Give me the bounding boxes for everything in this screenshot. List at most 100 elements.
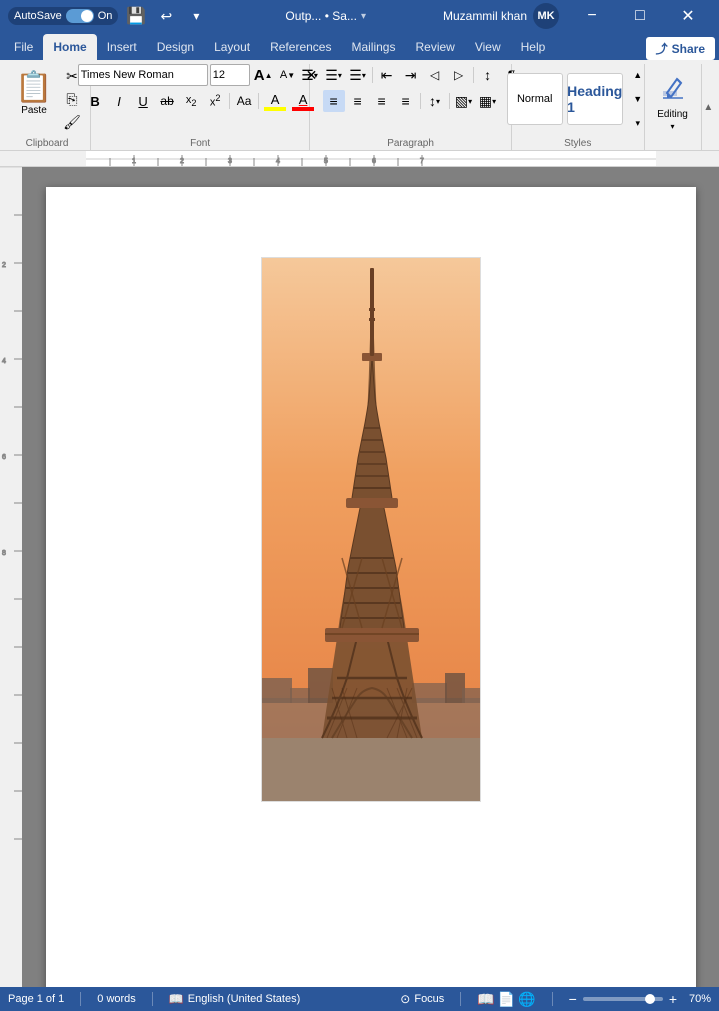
status-sep3 <box>460 992 461 1006</box>
eiffel-tower-svg <box>262 258 481 802</box>
proofing-icon: 📖 <box>169 992 184 1006</box>
focus-label: Focus <box>414 993 444 1005</box>
shrink-font-button[interactable]: A▼ <box>276 64 298 86</box>
focus-item[interactable]: ⊙ Focus <box>400 992 444 1006</box>
copy-icon: ⎘ <box>66 91 77 108</box>
multilevel-icon: ☰ <box>349 67 362 84</box>
titlebar-right: Muzammil khan MK − □ ✕ <box>443 0 711 32</box>
multilevel-list-button[interactable]: ☰ ▾ <box>347 64 369 86</box>
font-size-select[interactable]: 12 <box>210 64 250 86</box>
save-button[interactable]: 💾 <box>124 5 148 27</box>
subscript-button[interactable]: x2 <box>180 90 202 112</box>
title-bar: AutoSave On 💾 ↩ ▾ Outp... • Sa... ▾ Muza… <box>0 0 719 32</box>
restore-button[interactable]: □ <box>617 0 663 32</box>
change-case-button[interactable]: Aa <box>233 90 255 112</box>
language-item[interactable]: 📖 English (United States) <box>169 992 300 1006</box>
zoom-in-button[interactable]: + <box>669 991 677 1007</box>
ltr-button[interactable]: ◁ <box>424 64 446 86</box>
styles-area: Normal Heading 1 ▲ ▼ ▾ <box>507 64 649 134</box>
format-painter-button[interactable]: 🖌 <box>60 111 84 133</box>
style-heading1[interactable]: Heading 1 <box>567 73 623 125</box>
title-dropdown-icon[interactable]: ▾ <box>361 11 366 22</box>
svg-text:4: 4 <box>2 358 6 365</box>
grow-font-button[interactable]: A▲ <box>252 64 275 86</box>
underline-button[interactable]: U <box>132 90 154 112</box>
autosave-toggle[interactable] <box>66 9 94 23</box>
sort-button[interactable]: ↕ <box>477 64 499 86</box>
tab-insert[interactable]: Insert <box>97 34 147 60</box>
svg-text:3: 3 <box>228 158 232 165</box>
page-info-item: Page 1 of 1 <box>8 993 64 1005</box>
embedded-image[interactable] <box>261 257 481 802</box>
ruler-scale: 1 2 3 4 5 6 7 <box>86 151 656 167</box>
rtl-button[interactable]: ▷ <box>448 64 470 86</box>
tab-layout[interactable]: Layout <box>204 34 260 60</box>
print-layout-button[interactable]: 📄 <box>498 991 515 1008</box>
align-right-button[interactable]: ≡ <box>371 90 393 112</box>
line-spacing-icon: ↕ <box>429 93 436 109</box>
ltr-icon: ◁ <box>430 68 439 82</box>
justify-button[interactable]: ≡ <box>395 90 417 112</box>
status-sep1 <box>80 992 81 1006</box>
format-painter-icon: 🖌 <box>63 114 81 131</box>
undo-button[interactable]: ↩ <box>154 5 178 27</box>
minimize-button[interactable]: − <box>569 0 615 32</box>
strikethrough-button[interactable]: ab <box>156 90 178 112</box>
page-container[interactable] <box>22 167 719 987</box>
bullets-button[interactable]: ☰ ▾ <box>299 64 321 86</box>
highlight-color-button[interactable]: A <box>262 90 288 112</box>
document-page[interactable] <box>46 187 696 987</box>
style-normal[interactable]: Normal <box>507 73 563 125</box>
close-button[interactable]: ✕ <box>665 0 711 32</box>
italic-button[interactable]: I <box>108 90 130 112</box>
tab-design[interactable]: Design <box>147 34 204 60</box>
tab-references[interactable]: References <box>260 34 341 60</box>
word-count-item[interactable]: 0 words <box>97 993 136 1005</box>
align-left-button[interactable]: ≡ <box>323 90 345 112</box>
zoom-area: − + 70% <box>569 991 711 1007</box>
zoom-level: 70% <box>683 993 711 1005</box>
svg-text:2: 2 <box>180 158 184 165</box>
para-div3 <box>420 93 421 109</box>
align-center-button[interactable]: ≡ <box>347 90 369 112</box>
align-center-icon: ≡ <box>353 93 361 109</box>
bold-button[interactable]: B <box>84 90 106 112</box>
ribbon-collapse-button[interactable]: ▲ <box>702 64 715 150</box>
zoom-out-button[interactable]: − <box>569 991 577 1007</box>
document-area: 2 4 6 8 <box>0 167 719 987</box>
decrease-indent-button[interactable]: ⇤ <box>376 64 398 86</box>
share-button[interactable]: ⤴ Share <box>646 37 715 60</box>
copy-button[interactable]: ⎘ <box>60 88 84 110</box>
paste-button[interactable]: 📋 Paste <box>10 64 58 120</box>
superscript-button[interactable]: x2 <box>204 90 226 112</box>
shading-icon: ▧ <box>455 93 468 110</box>
numbering-button[interactable]: ☰ ▾ <box>323 64 345 86</box>
tab-mailings[interactable]: Mailings <box>341 34 405 60</box>
word-count: 0 words <box>97 993 136 1005</box>
clipboard-label: Clipboard <box>26 136 69 150</box>
web-layout-button[interactable]: 🌐 <box>518 991 535 1008</box>
line-spacing-button[interactable]: ↕ ▾ <box>424 90 446 112</box>
sort-icon: ↕ <box>484 67 491 83</box>
para-div1 <box>372 67 373 83</box>
status-sep2 <box>152 992 153 1006</box>
shading-button[interactable]: ▧ ▾ <box>453 90 475 112</box>
tab-file[interactable]: File <box>4 34 43 60</box>
tab-view[interactable]: View <box>465 34 511 60</box>
more-commands-button[interactable]: ▾ <box>184 5 208 27</box>
tab-review[interactable]: Review <box>405 34 464 60</box>
tab-home[interactable]: Home <box>43 34 96 60</box>
horizontal-ruler: 1 2 3 4 5 6 7 <box>0 151 719 167</box>
borders-button[interactable]: ▦ ▾ <box>477 90 499 112</box>
zoom-slider[interactable] <box>583 997 663 1001</box>
collapse-icon: ▲ <box>703 102 713 113</box>
user-avatar[interactable]: MK <box>533 3 559 29</box>
editing-group: Editing ▾ - <box>645 64 702 150</box>
font-family-select[interactable]: Times New Roman <box>78 64 208 86</box>
editing-button[interactable]: Editing ▾ <box>651 64 695 134</box>
increase-indent-button[interactable]: ⇥ <box>400 64 422 86</box>
increase-indent-icon: ⇥ <box>405 67 417 84</box>
tab-help[interactable]: Help <box>511 34 556 60</box>
autosave-area[interactable]: AutoSave On <box>8 7 118 25</box>
read-mode-button[interactable]: 📖 <box>477 991 494 1008</box>
